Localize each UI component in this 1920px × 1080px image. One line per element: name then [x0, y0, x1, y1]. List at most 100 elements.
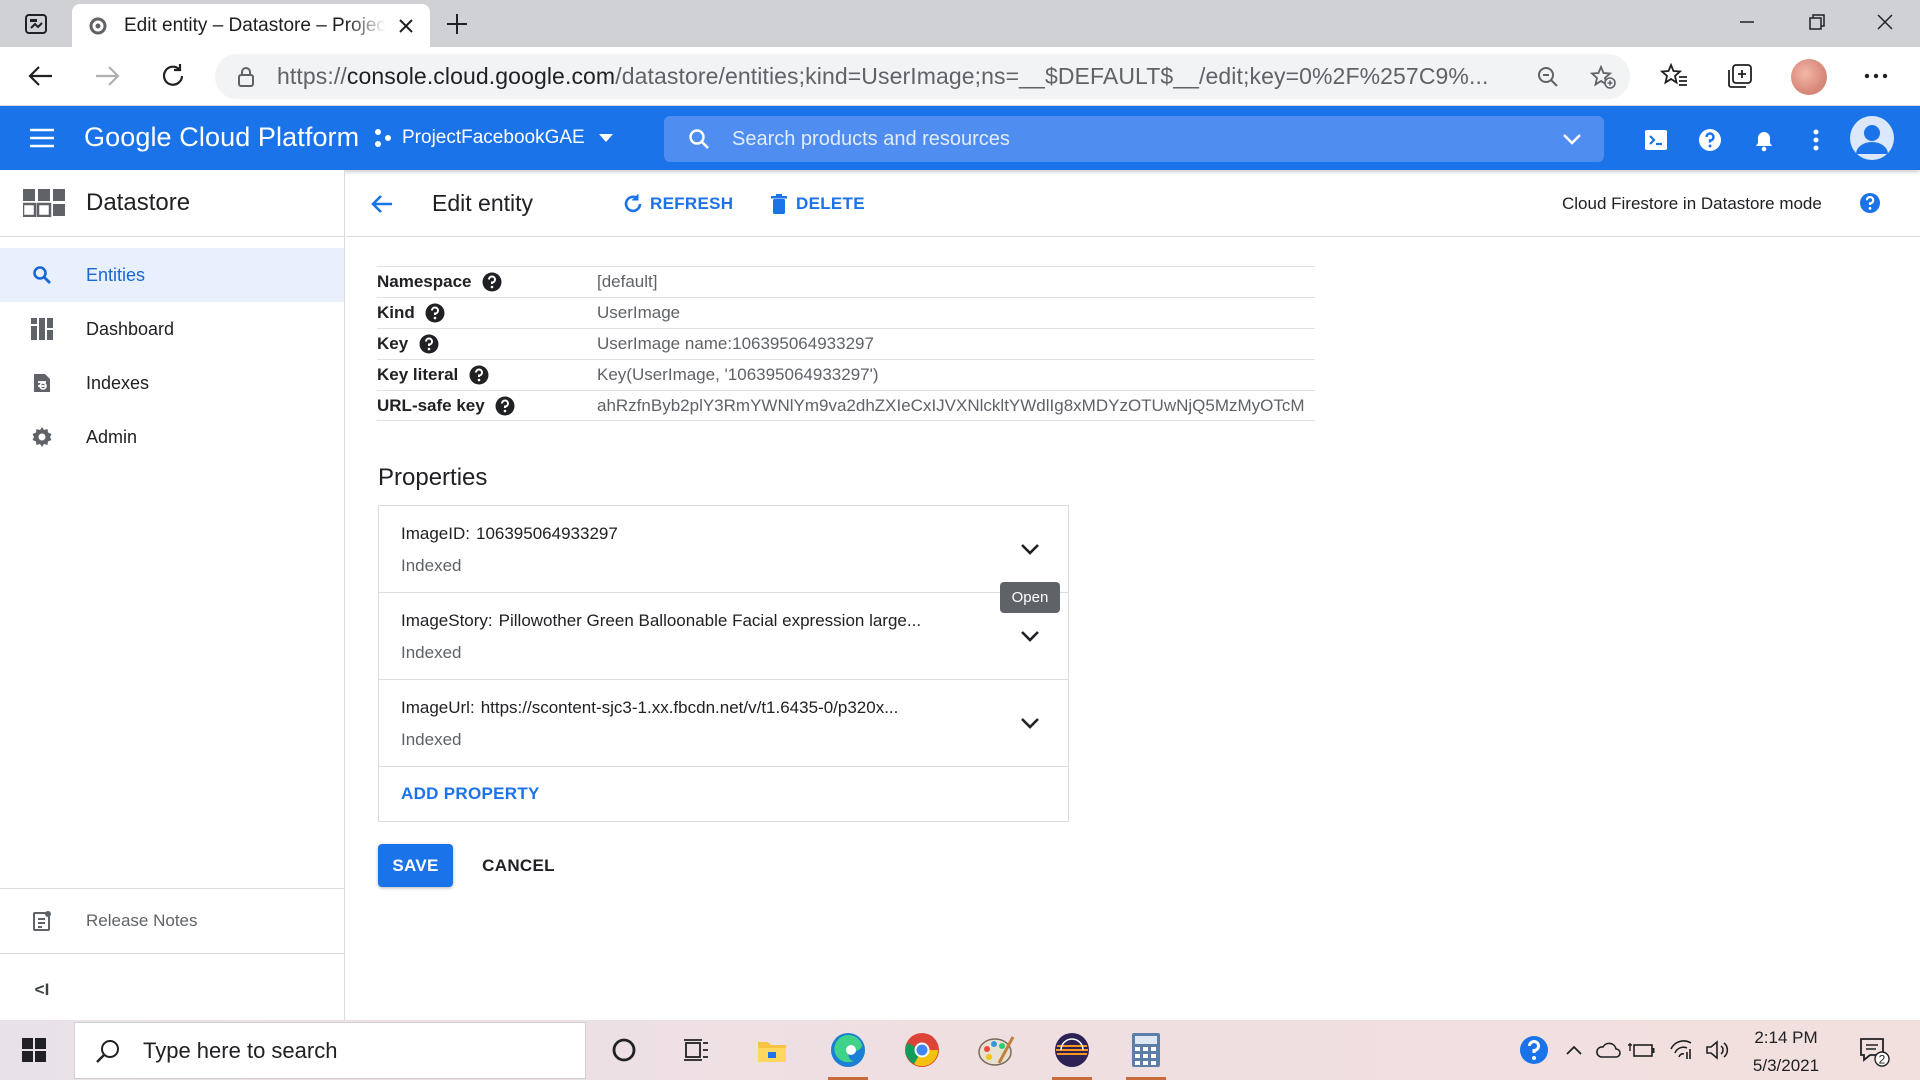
- windows-start-icon[interactable]: [16, 1034, 52, 1066]
- help-icon[interactable]: [418, 334, 439, 355]
- url-text[interactable]: https://console.cloud.google.com/datasto…: [277, 63, 1512, 90]
- edge-browser-icon[interactable]: [822, 1026, 874, 1080]
- cancel-button[interactable]: CANCEL: [470, 844, 567, 887]
- back-icon[interactable]: [20, 55, 62, 97]
- meta-row-namespace: Namespace [default]: [377, 266, 1315, 297]
- meta-row-kind: Kind UserImage: [377, 297, 1315, 328]
- more-vert-icon[interactable]: [1800, 124, 1832, 156]
- product-title: Datastore: [86, 189, 191, 216]
- meta-row-key-literal: Key literal Key(UserImage, '106395064933…: [377, 359, 1315, 390]
- reload-icon[interactable]: [152, 55, 194, 97]
- search-input[interactable]: [732, 127, 1552, 151]
- delete-label: DELETE: [796, 194, 865, 213]
- search-icon: [93, 1036, 123, 1066]
- calculator-icon[interactable]: [1120, 1026, 1172, 1080]
- taskbar-search-placeholder: Type here to search: [143, 1037, 338, 1063]
- taskbar-search-box[interactable]: Type here to search: [74, 1022, 586, 1079]
- release-notes-link[interactable]: Release Notes: [0, 888, 344, 954]
- task-view-icon[interactable]: [670, 1026, 722, 1074]
- meta-value[interactable]: ahRzfnByb2plY3RmYWNlYm9va2dhZXIeCxIJVXNl…: [597, 396, 1315, 416]
- meta-key-label: Kind: [377, 303, 415, 322]
- notification-center-icon[interactable]: 2: [1856, 1034, 1892, 1068]
- notification-count: 2: [1879, 1053, 1886, 1067]
- cloud-shell-icon[interactable]: [1640, 124, 1672, 156]
- datastore-product-icon: [22, 188, 66, 218]
- sidebar-item-label: Admin: [86, 426, 138, 447]
- back-arrow-icon[interactable]: [368, 190, 396, 218]
- more-menu-icon[interactable]: [1858, 60, 1894, 92]
- favorites-icon[interactable]: [1656, 60, 1692, 92]
- chevron-down-icon[interactable]: [1015, 621, 1045, 651]
- lock-icon[interactable]: [235, 66, 257, 88]
- onedrive-icon[interactable]: [1592, 1034, 1624, 1066]
- close-tab-icon[interactable]: [394, 14, 418, 38]
- gcp-logo-text[interactable]: Google Cloud Platform: [84, 122, 359, 153]
- close-window-icon[interactable]: [1850, 0, 1920, 44]
- save-button[interactable]: SAVE: [378, 844, 453, 887]
- left-nav: Datastore Entities Dashboard Indexes Adm…: [0, 170, 345, 1020]
- account-avatar-icon[interactable]: [1850, 116, 1894, 160]
- new-tab-icon[interactable]: [440, 8, 474, 40]
- help-icon[interactable]: [425, 303, 446, 324]
- delete-button[interactable]: DELETE: [768, 190, 865, 218]
- gcp-favicon-icon: [86, 14, 110, 38]
- help-tray-icon[interactable]: [1518, 1034, 1550, 1066]
- wifi-icon[interactable]: [1666, 1034, 1698, 1066]
- sidebar-item-label: Entities: [86, 264, 146, 285]
- tab-actions-icon[interactable]: [18, 10, 54, 38]
- hamburger-menu-icon[interactable]: [22, 120, 62, 156]
- add-property-button[interactable]: ADD PROPERTY: [401, 784, 540, 804]
- sidebar-item-entities[interactable]: Entities: [0, 248, 344, 302]
- properties-card: ImageID: 106395064933297 Indexed ImageSto…: [378, 505, 1069, 822]
- add-favorite-icon[interactable]: [1590, 64, 1616, 90]
- property-row[interactable]: ImageID: 106395064933297 Indexed: [379, 506, 1068, 593]
- project-icon: [372, 127, 394, 149]
- property-name: ImageUrl:: [401, 698, 475, 717]
- chevron-down-icon[interactable]: [1015, 708, 1045, 738]
- help-icon[interactable]: [1858, 191, 1882, 215]
- chevron-down-icon[interactable]: [1560, 127, 1584, 151]
- help-icon[interactable]: [482, 272, 503, 293]
- browser-tab-active[interactable]: Edit entity – Datastore – ProjectF: [72, 4, 430, 47]
- minimize-icon[interactable]: [1712, 0, 1782, 44]
- indexes-icon: [30, 371, 54, 395]
- help-icon[interactable]: [1694, 124, 1726, 156]
- sidebar-item-admin[interactable]: Admin: [0, 410, 344, 464]
- cortana-icon[interactable]: [598, 1026, 650, 1074]
- sidebar-item-dashboard[interactable]: Dashboard: [0, 302, 344, 356]
- file-explorer-icon[interactable]: [746, 1026, 798, 1074]
- product-header: Datastore: [0, 170, 344, 237]
- property-row[interactable]: ImageUrl: https://scontent-sjc3-1.xx.fbcd…: [379, 680, 1068, 767]
- windows-taskbar: Type here to search 2:14 PM 5/3/2021 2: [0, 1020, 1920, 1080]
- eclipse-icon[interactable]: [1046, 1026, 1098, 1080]
- zoom-icon[interactable]: [1535, 64, 1561, 90]
- collections-icon[interactable]: [1722, 60, 1758, 92]
- paint-icon[interactable]: [970, 1026, 1022, 1074]
- notifications-bell-icon[interactable]: [1748, 124, 1780, 156]
- battery-icon[interactable]: [1626, 1034, 1658, 1066]
- gear-icon: [30, 425, 54, 449]
- forward-icon[interactable]: [86, 55, 128, 97]
- property-row[interactable]: ImageStory: Pillowother Green Balloonable…: [379, 593, 1068, 680]
- entity-key-table: Namespace [default] Kind UserImage Key U…: [377, 266, 1315, 421]
- help-icon[interactable]: [495, 395, 516, 416]
- property-indexed-status: Indexed: [401, 643, 462, 662]
- property-value: https://scontent-sjc3-1.xx.fbcdn.net/v/t…: [480, 698, 899, 717]
- meta-key-label: Namespace: [377, 272, 472, 291]
- sidebar-item-indexes[interactable]: Indexes: [0, 356, 344, 410]
- gcp-search-box[interactable]: [664, 116, 1604, 162]
- volume-icon[interactable]: [1702, 1034, 1734, 1066]
- property-name: ImageID:: [401, 524, 470, 543]
- url-bar[interactable]: https://console.cloud.google.com/datasto…: [215, 54, 1630, 99]
- collapse-nav-icon[interactable]: <I: [28, 976, 56, 1004]
- refresh-button[interactable]: REFRESH: [622, 190, 733, 218]
- restore-icon[interactable]: [1782, 0, 1852, 44]
- browser-profile-avatar[interactable]: [1791, 59, 1827, 95]
- chevron-down-icon[interactable]: [1015, 534, 1045, 564]
- meta-key-label: Key: [377, 334, 409, 353]
- help-icon[interactable]: [468, 365, 489, 386]
- taskbar-clock[interactable]: 2:14 PM 5/3/2021: [1736, 1024, 1836, 1080]
- project-selector[interactable]: ProjectFacebookGAE: [372, 122, 613, 154]
- chevron-up-icon[interactable]: [1558, 1034, 1590, 1066]
- chrome-icon[interactable]: [896, 1026, 948, 1074]
